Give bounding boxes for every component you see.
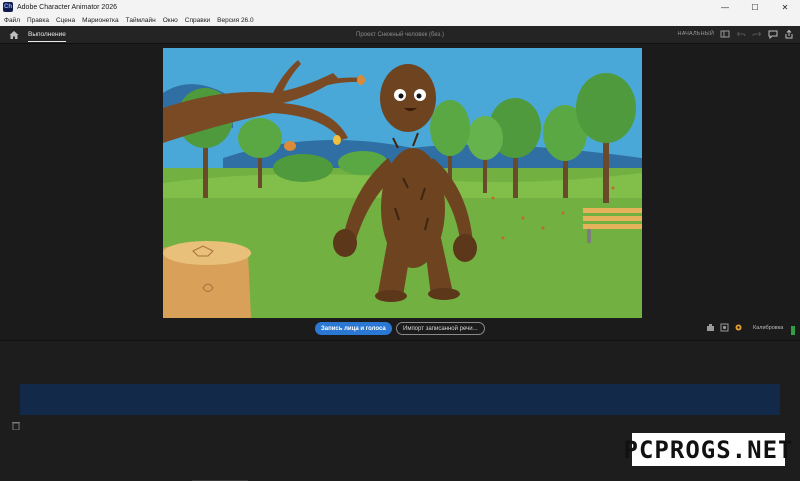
menu-timeline[interactable]: Таймлайн [126,17,156,24]
calibrate-icon[interactable] [734,323,743,332]
app-logo-icon: Ch [3,2,13,12]
menu-window[interactable]: Окно [163,17,178,24]
audio-level-meter [791,326,795,335]
watermark: PCPROGS.NET [624,433,792,466]
share-icon[interactable] [784,29,794,39]
title-bar: Ch Adobe Character Animator 2026 — ☐ ✕ [0,0,800,14]
workspace-bar: Выполнение Проект Снежный человек (без.)… [0,26,800,44]
window-title: Adobe Character Animator 2026 [17,3,118,11]
microphone-icon[interactable] [706,323,715,332]
menu-version[interactable]: Версия 26.0 [217,17,253,24]
calibrate-label[interactable]: Калибровка [753,325,783,331]
feedback-icon[interactable] [768,29,778,39]
panel-layout-icon[interactable] [720,29,730,39]
timeline-panel: PCPROGS.NET [0,340,800,481]
record-controls: Запись лица и голоса Импорт записанной р… [0,322,800,336]
camera-controls [706,323,743,332]
undo-icon[interactable] [736,29,746,39]
import-speech-button[interactable]: Импорт записанной речи... [396,322,485,335]
menu-bar: Файл Правка Сцена Марионетка Таймлайн Ок… [0,14,800,26]
menu-puppet[interactable]: Марионетка [82,17,119,24]
menu-help[interactable]: Справки [185,17,210,24]
redo-icon[interactable] [752,29,762,39]
trash-icon[interactable] [12,421,20,430]
maximize-button[interactable]: ☐ [740,0,770,14]
scene-canvas[interactable] [163,48,642,318]
camera-icon[interactable] [720,323,729,332]
record-face-voice-button[interactable]: Запись лица и голоса [315,322,392,335]
window-controls: — ☐ ✕ [710,0,800,14]
timeline-track[interactable] [20,384,780,415]
toolbar-right: НАЧАЛЬНЫЙ [678,29,794,39]
menu-edit[interactable]: Правка [27,17,49,24]
tree-stump [163,241,251,318]
workspace-selector[interactable]: НАЧАЛЬНЫЙ [678,31,714,37]
menu-file[interactable]: Файл [4,17,20,24]
menu-scene[interactable]: Сцена [56,17,75,24]
minimize-button[interactable]: — [710,0,740,14]
scene-illustration [163,48,642,318]
close-button[interactable]: ✕ [770,0,800,14]
